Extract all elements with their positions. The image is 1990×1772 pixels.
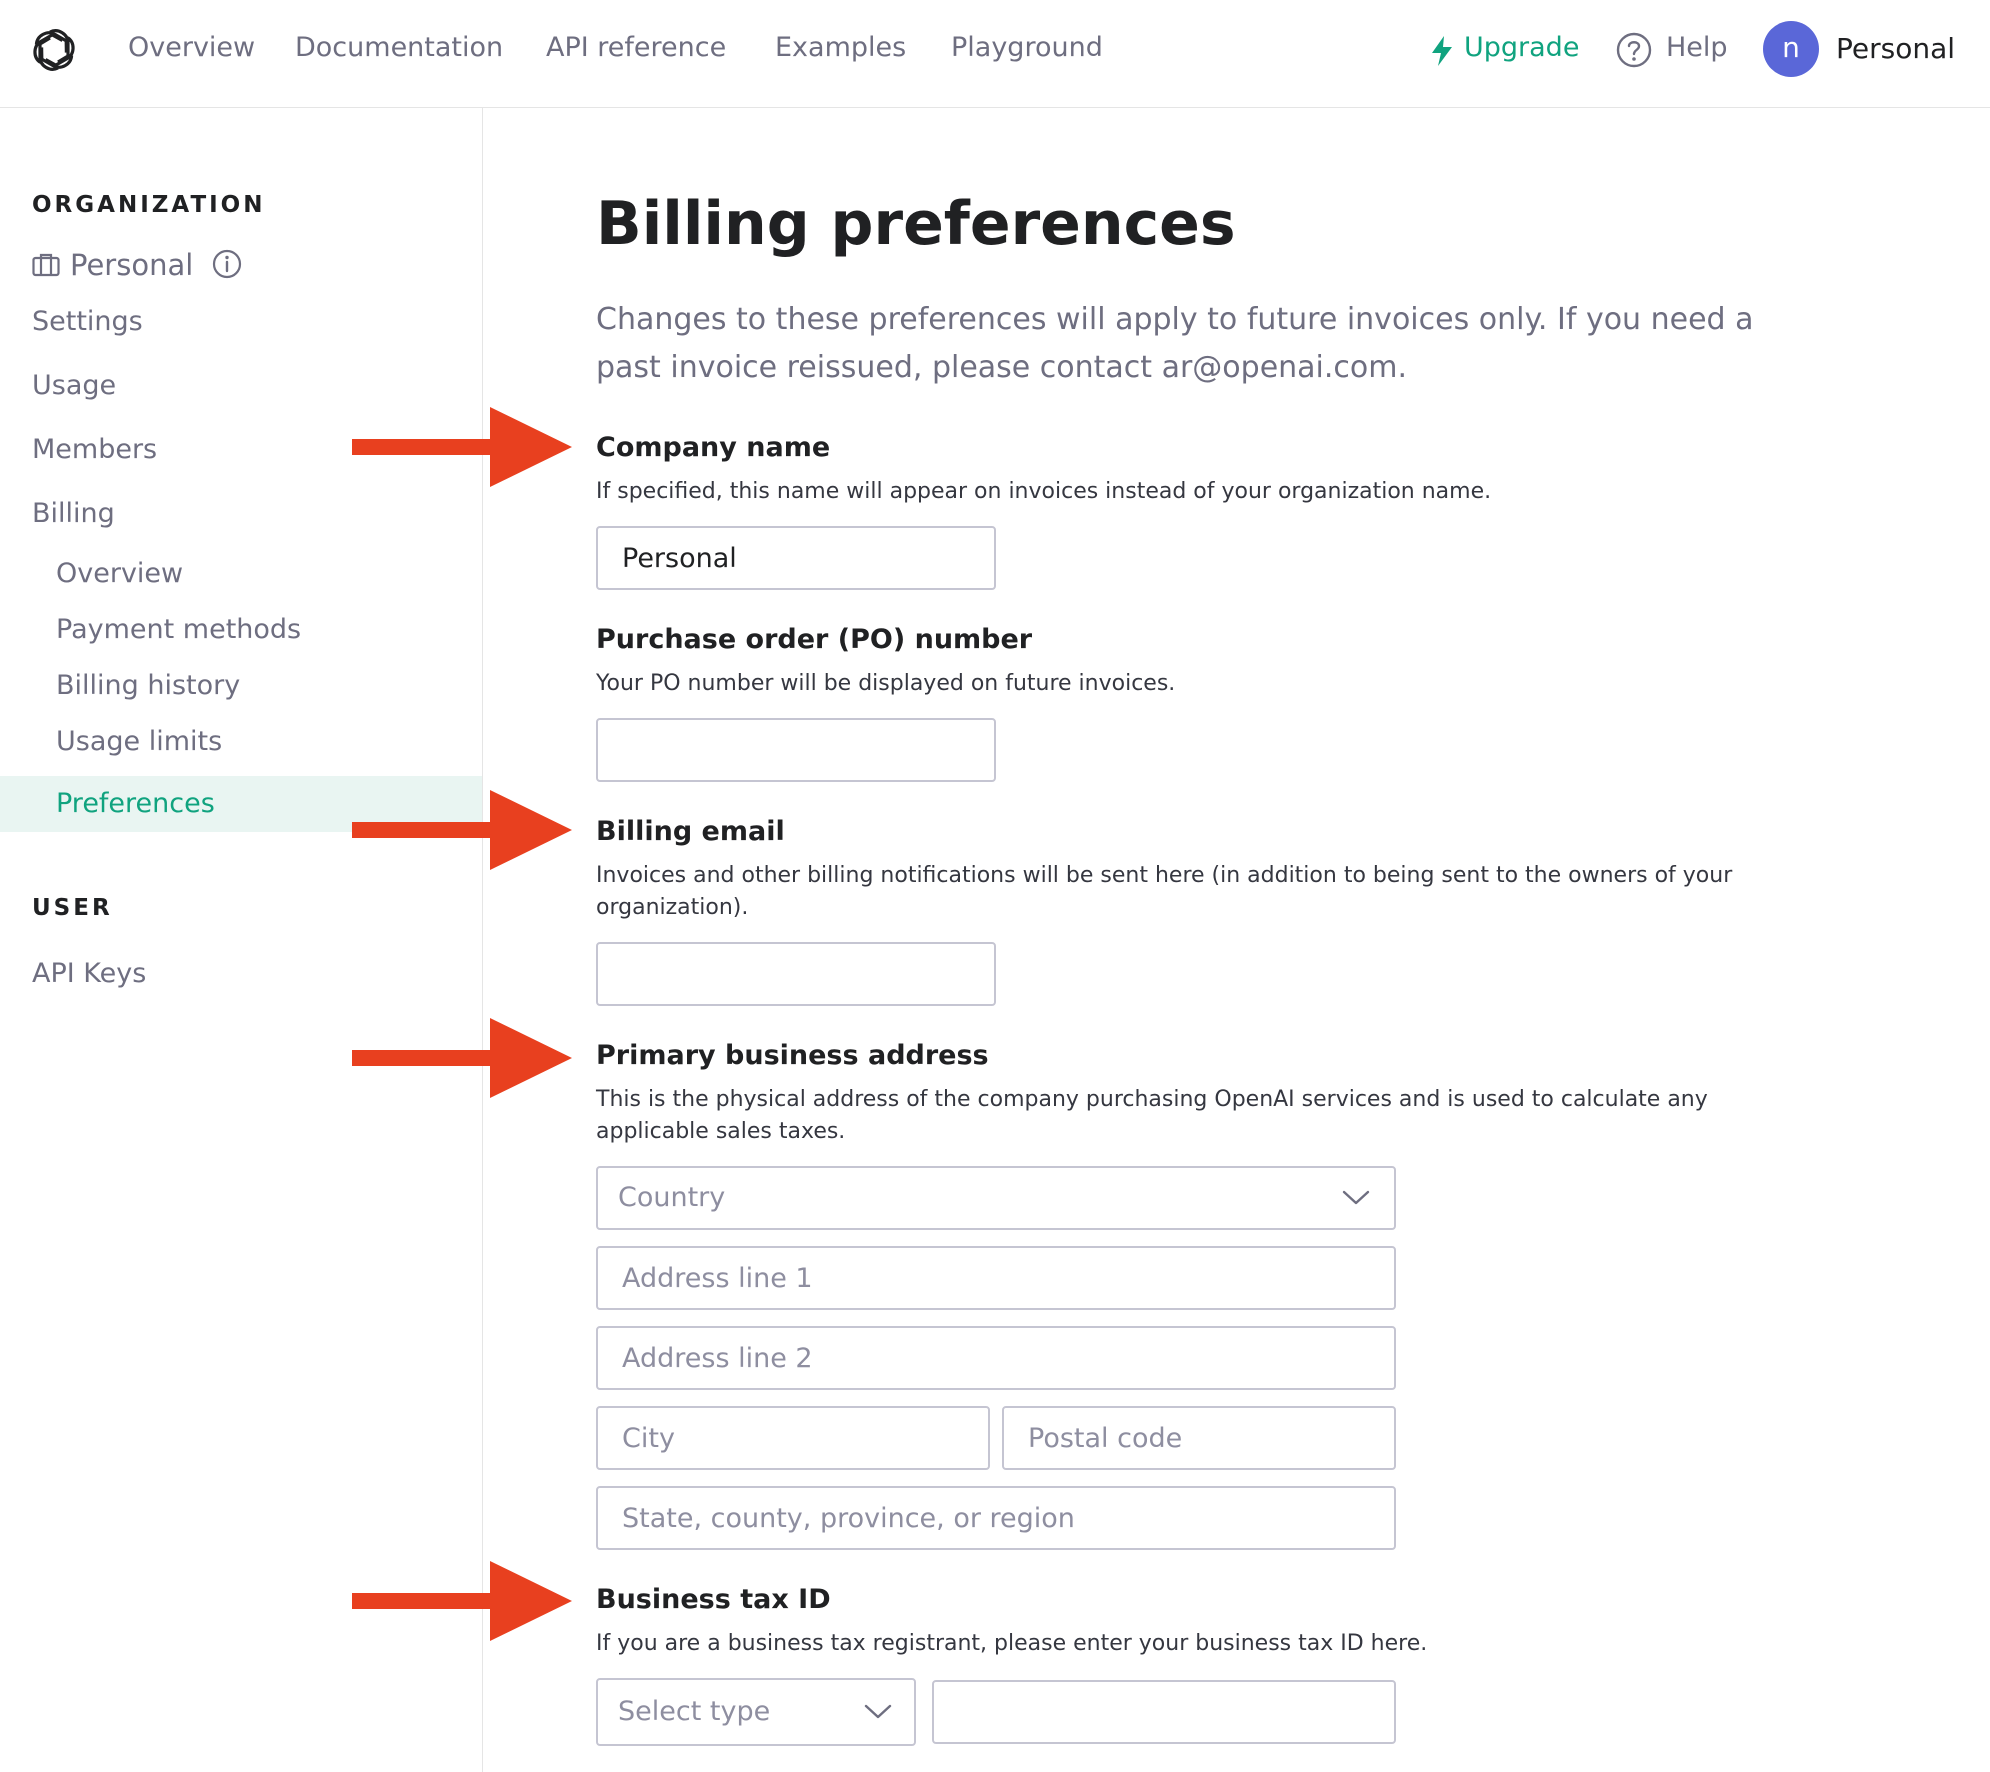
- annotation-arrow-icon: [352, 407, 572, 487]
- help-label: Help: [1666, 32, 1728, 63]
- page-title: Billing preferences: [596, 189, 1236, 259]
- sidebar-item-settings[interactable]: Settings: [32, 304, 143, 340]
- sidebar: ORGANIZATION Personal Settings Usage Mem…: [0, 108, 483, 1772]
- help-circle-icon: [1616, 32, 1652, 68]
- sidebar-heading-user: USER: [32, 895, 113, 921]
- billing-email-input[interactable]: [596, 942, 996, 1006]
- sidebar-subitem-overview[interactable]: Overview: [56, 556, 183, 592]
- tax-id-type-select[interactable]: Select type: [596, 1678, 916, 1746]
- state-region-input[interactable]: [596, 1486, 1396, 1550]
- upgrade-label: Upgrade: [1464, 32, 1580, 63]
- avatar[interactable]: n: [1763, 21, 1819, 77]
- city-input[interactable]: [596, 1406, 990, 1470]
- organization-name: Personal: [70, 248, 194, 282]
- po-number-input[interactable]: [596, 718, 996, 782]
- po-number-heading: Purchase order (PO) number: [596, 624, 1033, 655]
- annotation-arrow-icon: [352, 1561, 572, 1641]
- lightning-icon: [1432, 36, 1452, 66]
- tax-id-description: If you are a business tax registrant, pl…: [596, 1631, 1428, 1656]
- sidebar-item-usage[interactable]: Usage: [32, 368, 116, 404]
- billing-email-heading: Billing email: [596, 816, 785, 847]
- country-select[interactable]: Country: [596, 1166, 1396, 1230]
- tax-id-heading: Business tax ID: [596, 1584, 831, 1615]
- tax-id-type-placeholder: Select type: [618, 1696, 771, 1727]
- chevron-down-icon: [1342, 1190, 1370, 1205]
- account-switcher[interactable]: Personal: [1836, 31, 1955, 67]
- nav-api-reference[interactable]: API reference: [546, 30, 726, 66]
- country-select-placeholder: Country: [618, 1182, 726, 1213]
- openai-logo-icon[interactable]: [30, 26, 78, 74]
- business-address-description: This is the physical address of the comp…: [596, 1087, 1708, 1144]
- billing-email-description: Invoices and other billing notifications…: [596, 863, 1733, 920]
- annotation-arrow-icon: [352, 1018, 572, 1098]
- page-intro: Changes to these preferences will apply …: [596, 302, 1754, 385]
- top-navigation-bar: Overview Documentation API reference Exa…: [0, 0, 1990, 108]
- briefcase-icon: [32, 253, 60, 277]
- nav-documentation[interactable]: Documentation: [295, 30, 503, 66]
- sidebar-subitem-preferences[interactable]: Preferences: [56, 786, 215, 822]
- sidebar-item-api-keys[interactable]: API Keys: [32, 956, 146, 992]
- tax-id-input[interactable]: [932, 1680, 1396, 1744]
- postal-code-input[interactable]: [1002, 1406, 1396, 1470]
- nav-playground[interactable]: Playground: [951, 30, 1103, 66]
- info-icon[interactable]: [212, 249, 242, 279]
- sidebar-subitem-usage-limits[interactable]: Usage limits: [56, 724, 222, 760]
- sidebar-item-members[interactable]: Members: [32, 432, 157, 468]
- annotation-arrow-icon: [352, 790, 572, 870]
- address-line2-input[interactable]: [596, 1326, 1396, 1390]
- company-name-input[interactable]: [596, 526, 996, 590]
- sidebar-subitem-payment-methods[interactable]: Payment methods: [56, 612, 301, 648]
- nav-overview[interactable]: Overview: [128, 30, 255, 66]
- po-number-description: Your PO number will be displayed on futu…: [596, 671, 1176, 696]
- address-line1-input[interactable]: [596, 1246, 1396, 1310]
- nav-examples[interactable]: Examples: [775, 30, 906, 66]
- sidebar-subitem-billing-history[interactable]: Billing history: [56, 668, 240, 704]
- sidebar-item-billing[interactable]: Billing: [32, 496, 115, 532]
- chevron-down-icon: [864, 1704, 892, 1719]
- company-name-heading: Company name: [596, 432, 831, 463]
- business-address-heading: Primary business address: [596, 1040, 989, 1071]
- organization-selector[interactable]: Personal: [32, 245, 272, 285]
- company-name-description: If specified, this name will appear on i…: [596, 479, 1492, 504]
- sidebar-heading-organization: ORGANIZATION: [32, 192, 266, 218]
